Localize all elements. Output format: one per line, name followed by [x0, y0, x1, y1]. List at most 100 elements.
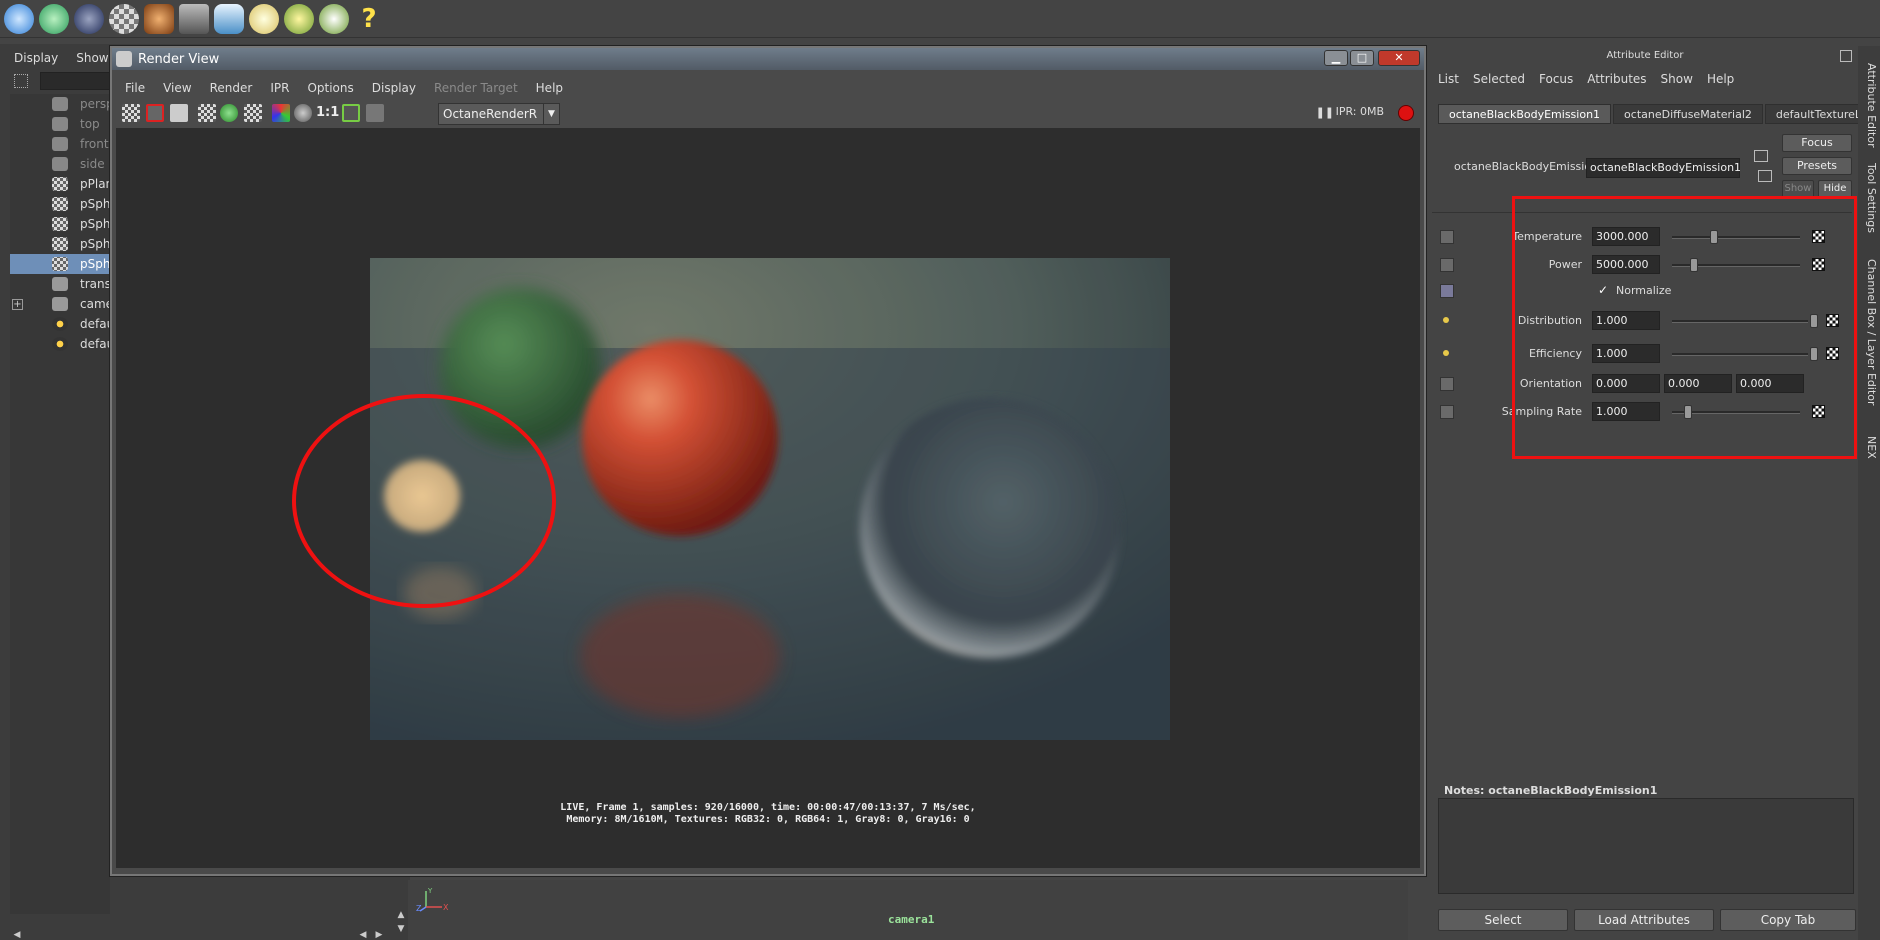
load-attributes-button[interactable]: Load Attributes [1574, 909, 1714, 931]
node-name-field[interactable]: octaneBlackBodyEmission1 [1586, 158, 1741, 178]
camera-node-icon [52, 157, 68, 171]
outliner-item-psphere[interactable]: pSphe [10, 194, 118, 214]
bulb-icon[interactable] [249, 3, 279, 34]
outliner-item-persp[interactable]: persp [10, 94, 114, 114]
menu-ipr[interactable]: IPR [261, 78, 298, 98]
tab-octane-blackbody-emission[interactable]: octaneBlackBodyEmission1 [1438, 104, 1612, 124]
render-settings-icon[interactable] [244, 104, 262, 122]
set-icon [52, 317, 68, 331]
refresh-icon[interactable] [220, 104, 238, 122]
ae-menu-show[interactable]: Show [1661, 72, 1693, 90]
close-icon[interactable]: ✕ [1378, 50, 1420, 66]
graph-icon[interactable] [1440, 377, 1454, 391]
menu-file[interactable]: File [116, 78, 154, 98]
scroll-left-icon[interactable]: ◀ [356, 928, 370, 940]
renderer-dropdown[interactable]: OctaneRenderR ▼ [438, 103, 560, 125]
viewport-panel[interactable] [408, 880, 1408, 940]
float-panel-icon[interactable] [1840, 50, 1852, 62]
help-icon[interactable]: ? [354, 4, 384, 34]
graph-icon[interactable] [1440, 405, 1454, 419]
render-view-titlebar[interactable]: Render View ▁ □ ✕ [112, 48, 1424, 70]
copy-tab-button[interactable]: Copy Tab [1720, 909, 1856, 931]
cube-icon[interactable] [179, 3, 209, 34]
select-button[interactable]: Select [1438, 909, 1568, 931]
outliner-item-top[interactable]: top [10, 114, 110, 134]
annotation-ellipse [292, 394, 556, 608]
side-tab-tool-settings[interactable]: Tool Settings [1860, 158, 1878, 238]
outliner-item-default-set[interactable]: defau [10, 334, 114, 354]
cylinder-icon[interactable] [214, 3, 244, 34]
side-tab-attribute-editor[interactable]: Attribute Editor [1860, 60, 1878, 150]
presets-button[interactable]: Presets [1782, 157, 1852, 175]
outliner-search-input[interactable] [40, 72, 120, 90]
outliner-item-side[interactable]: side [10, 154, 110, 174]
outliner-item-front[interactable]: front [10, 134, 110, 154]
star-icon[interactable] [284, 3, 314, 34]
outliner-item-psphere[interactable]: pSphe [10, 234, 118, 254]
maximize-icon[interactable]: □ [1350, 50, 1374, 66]
outliner-filter [8, 72, 120, 90]
alpha-channel-icon[interactable] [294, 104, 312, 122]
ipr-render-icon[interactable] [198, 104, 216, 122]
minimize-icon[interactable]: ▁ [1324, 50, 1348, 66]
texture-connection-icon[interactable] [1440, 347, 1454, 361]
outliner-menu-display[interactable]: Display [14, 51, 58, 65]
side-tab-nex[interactable]: NEX [1860, 432, 1878, 462]
scroll-right-icon[interactable]: ▶ [372, 928, 386, 940]
chevron-down-icon: ▼ [543, 104, 559, 124]
expand-icon[interactable]: + [12, 298, 23, 310]
keep-image-icon[interactable] [342, 104, 360, 122]
menu-options[interactable]: Options [298, 78, 362, 98]
outliner-scrollbar[interactable]: ▲ ▼ ◀ ◀ ▶ [10, 910, 408, 940]
graph-icon[interactable] [1440, 230, 1454, 244]
snapshot-icon[interactable] [170, 104, 188, 122]
ae-menu-focus[interactable]: Focus [1539, 72, 1573, 90]
graph-icon[interactable] [1440, 258, 1454, 272]
render-view-menu-bar: File View Render IPR Options Display Ren… [116, 78, 572, 98]
menu-render[interactable]: Render [201, 78, 262, 98]
remove-image-icon[interactable] [366, 104, 384, 122]
menu-display[interactable]: Display [363, 78, 425, 98]
render-region-icon[interactable] [146, 104, 164, 122]
camera-icon[interactable] [74, 3, 104, 34]
rgb-channels-icon[interactable] [272, 104, 290, 122]
scroll-down-icon[interactable]: ▼ [394, 922, 408, 936]
output-connection-icon[interactable] [1758, 170, 1772, 182]
input-connection-icon[interactable] [1754, 150, 1768, 162]
lightbulb-icon[interactable] [4, 3, 34, 34]
real-size-button[interactable]: 1:1 [316, 105, 339, 120]
menu-help[interactable]: Help [527, 78, 572, 98]
tab-octane-diffuse-material[interactable]: octaneDiffuseMaterial2 [1613, 104, 1763, 124]
filter-icon[interactable] [14, 74, 28, 88]
texture-connection-icon[interactable] [1440, 314, 1454, 328]
notes-textarea[interactable] [1438, 798, 1854, 894]
app-icon [116, 51, 132, 67]
scroll-left-icon[interactable]: ◀ [10, 928, 24, 940]
outliner-menu-show[interactable]: Show [76, 51, 108, 65]
outliner-list[interactable]: persp top front side pPlan pSphe pSphe p… [10, 94, 118, 914]
gear-icon[interactable] [39, 3, 69, 34]
mesh-icon [52, 257, 68, 271]
outliner-item-pplane[interactable]: pPlan [10, 174, 113, 194]
outliner-item-psphere[interactable]: pSphe [10, 214, 118, 234]
focus-button[interactable]: Focus [1782, 134, 1852, 152]
outliner-item-psphere-selected[interactable]: pSphe [10, 254, 118, 274]
ae-menu-help[interactable]: Help [1707, 72, 1734, 90]
ae-menu-list[interactable]: List [1438, 72, 1459, 90]
texture-icon[interactable] [109, 3, 139, 34]
side-tab-channel-box[interactable]: Channel Box / Layer Editor [1860, 242, 1878, 422]
outliner-item-camera[interactable]: + camer [10, 294, 118, 314]
scroll-up-icon[interactable]: ▲ [394, 908, 408, 922]
record-icon[interactable] [1398, 105, 1414, 121]
sparkle-icon[interactable] [319, 3, 349, 34]
redo-render-icon[interactable] [122, 104, 140, 122]
outliner-item-transform[interactable]: transf [10, 274, 115, 294]
material-icon[interactable] [144, 3, 174, 34]
ae-menu-selected[interactable]: Selected [1473, 72, 1525, 90]
boolean-icon[interactable] [1440, 284, 1454, 298]
outliner-item-default-set[interactable]: defau [10, 314, 114, 334]
render-status-line-2: Memory: 8M/1610M, Textures: RGB32: 0, RG… [566, 814, 970, 825]
menu-view[interactable]: View [154, 78, 200, 98]
pause-icon[interactable]: ❚❚ [1316, 106, 1334, 119]
ae-menu-attributes[interactable]: Attributes [1587, 72, 1646, 90]
